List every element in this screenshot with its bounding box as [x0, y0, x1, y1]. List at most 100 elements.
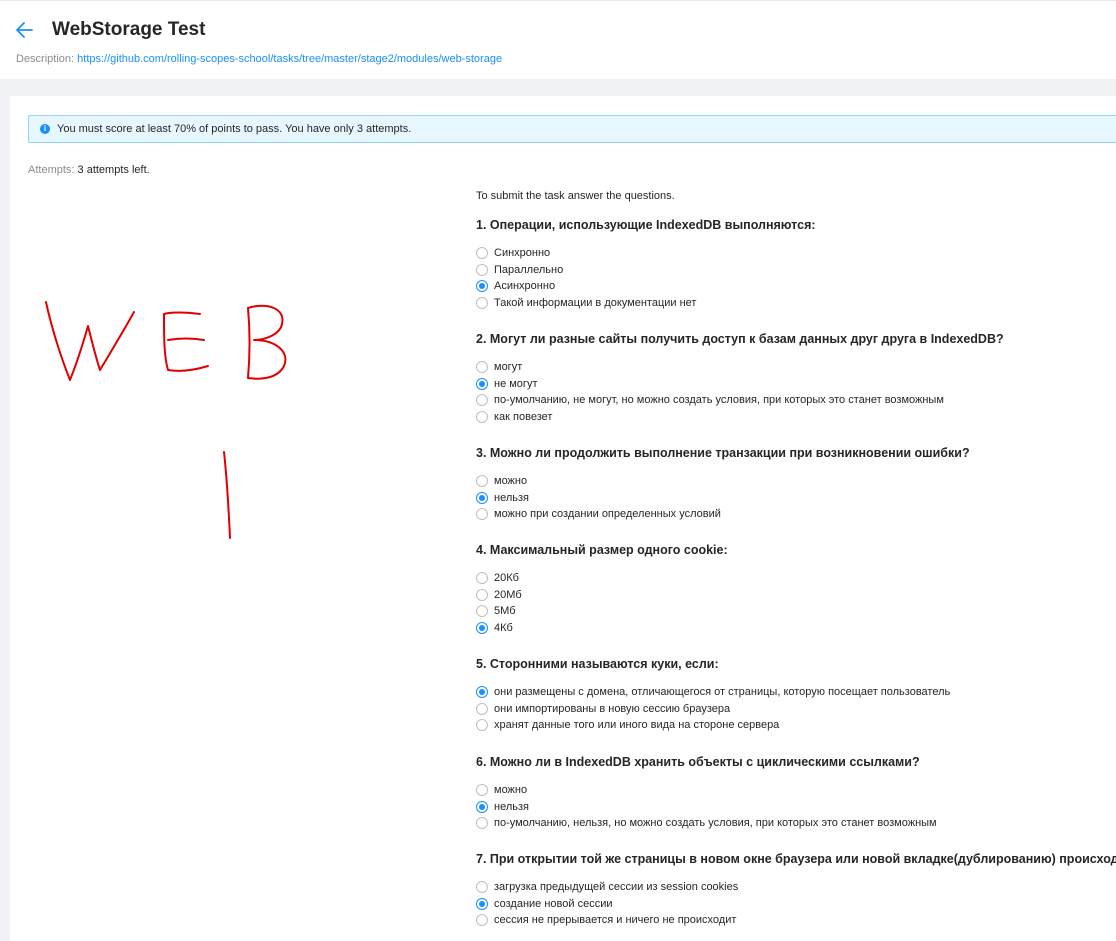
- question-title: 3. Можно ли продолжить выполнение транза…: [476, 446, 970, 460]
- option-label: могут: [494, 361, 523, 373]
- radio-button-selected[interactable]: [476, 800, 488, 813]
- option-label: по-умолчанию, нельзя, но можно создать у…: [494, 817, 937, 829]
- radio-button[interactable]: [476, 702, 488, 715]
- option-label: не могут: [494, 377, 538, 390]
- question-title: 7. При открытии той же страницы в новом …: [476, 852, 1116, 866]
- option-label: можно при создании определенных условий: [494, 508, 721, 520]
- option-label: 4Кб: [494, 621, 513, 634]
- description-row: Description: https://github.com/rolling-…: [16, 52, 502, 66]
- option-label: загрузка предыдущей сессии из session co…: [494, 881, 739, 893]
- answer-option[interactable]: могут: [476, 359, 1004, 376]
- answer-option[interactable]: создание новой сессии: [476, 896, 1116, 913]
- radio-button[interactable]: [476, 881, 488, 893]
- radio-button[interactable]: [476, 508, 488, 520]
- answer-option[interactable]: 20Мб: [476, 587, 728, 604]
- radio-button[interactable]: [476, 263, 488, 276]
- option-label: они размещены с домена, отличающегося от…: [494, 686, 951, 698]
- question-title: 2. Могут ли разные сайты получить доступ…: [476, 332, 1004, 346]
- option-label: хранят данные того или иного вида на сто…: [494, 719, 780, 731]
- radio-button[interactable]: [476, 410, 488, 423]
- radio-button[interactable]: [476, 247, 488, 259]
- quiz-intro: To submit the task answer the questions.: [476, 190, 675, 202]
- option-label: Синхронно: [494, 247, 551, 259]
- answer-option[interactable]: Такой информации в документации нет: [476, 295, 816, 312]
- option-label: 20Мб: [494, 588, 522, 601]
- option-label: 20Кб: [494, 572, 519, 584]
- question-5: 5. Сторонними называются куки, если: они…: [476, 656, 950, 734]
- page-header: WebStorage Test Description: https://git…: [0, 0, 1116, 79]
- answer-option[interactable]: 20Кб: [476, 570, 728, 587]
- option-label: как повезет: [494, 410, 553, 423]
- option-label: по-умолчанию, не могут, но можно создать…: [494, 394, 944, 406]
- info-alert: i You must score at least 70% of points …: [28, 115, 1116, 143]
- radio-button[interactable]: [476, 817, 488, 829]
- answer-option[interactable]: сессия не прерывается и ничего не происх…: [476, 912, 1116, 929]
- attempts-row: Attempts: 3 attempts left.: [28, 163, 150, 177]
- radio-button[interactable]: [476, 719, 488, 731]
- answer-option[interactable]: можно при создании определенных условий: [476, 506, 970, 523]
- option-label: можно: [494, 475, 528, 487]
- radio-button[interactable]: [476, 572, 488, 584]
- drawn-digit-1: [223, 451, 231, 539]
- radio-button-selected[interactable]: [476, 280, 488, 292]
- option-label: можно: [494, 784, 528, 796]
- answer-option[interactable]: они размещены с домена, отличающегося от…: [476, 684, 950, 701]
- radio-button-selected[interactable]: [476, 491, 488, 504]
- answer-option[interactable]: нельзя: [476, 799, 920, 816]
- answer-option[interactable]: Параллельно: [476, 262, 816, 279]
- option-label: нельзя: [494, 800, 529, 813]
- drawn-letter-e: [163, 311, 209, 372]
- answer-option[interactable]: 5Мб: [476, 603, 728, 620]
- attempts-label: Attempts:: [28, 164, 75, 176]
- answer-option[interactable]: по-умолчанию, не могут, но можно создать…: [476, 392, 1004, 409]
- question-2: 2. Могут ли разные сайты получить доступ…: [476, 331, 1004, 425]
- page-title: WebStorage Test: [52, 19, 206, 40]
- answer-option[interactable]: хранят данные того или иного вида на сто…: [476, 717, 779, 734]
- answer-option[interactable]: они импортированы в новую сессию браузер…: [476, 701, 730, 718]
- question-6: 6. Можно ли в IndexedDB хранить объекты …: [476, 754, 937, 832]
- radio-button[interactable]: [476, 784, 488, 796]
- drawn-letter-w: [45, 301, 135, 381]
- radio-button[interactable]: [476, 914, 488, 926]
- answer-option[interactable]: загрузка предыдущей сессии из session co…: [476, 879, 1116, 896]
- option-label: создание новой сессии: [494, 897, 613, 910]
- radio-button-selected[interactable]: [476, 377, 488, 390]
- handwritten-drawing: [45, 301, 287, 539]
- back-arrow-icon[interactable]: [14, 19, 36, 41]
- answer-option[interactable]: можно: [476, 782, 920, 799]
- alert-text: You must score at least 70% of points to…: [57, 123, 412, 135]
- question-7: 7. При открытии той же страницы в новом …: [476, 851, 1116, 929]
- info-icon: i: [40, 124, 50, 134]
- answer-option[interactable]: Асинхронно: [476, 278, 816, 295]
- option-label: Параллельно: [494, 263, 564, 276]
- question-title: 5. Сторонними называются куки, если:: [476, 657, 719, 671]
- answer-option[interactable]: нельзя: [476, 490, 970, 507]
- question-title: 1. Операции, использующие IndexedDB выпо…: [476, 218, 816, 232]
- radio-button[interactable]: [476, 394, 488, 406]
- radio-button[interactable]: [476, 588, 488, 601]
- question-title: 6. Можно ли в IndexedDB хранить объекты …: [476, 755, 920, 769]
- option-label: Такой информации в документации нет: [494, 296, 697, 309]
- question-3: 3. Можно ли продолжить выполнение транза…: [476, 445, 970, 523]
- answer-option[interactable]: можно: [476, 473, 970, 490]
- option-label: 5Мб: [494, 605, 516, 617]
- radio-button[interactable]: [476, 605, 488, 617]
- question-4: 4. Максимальный размер одного cookie: 20…: [476, 542, 728, 636]
- answer-option[interactable]: по-умолчанию, нельзя, но можно создать у…: [476, 815, 937, 832]
- answer-option[interactable]: не могут: [476, 376, 1004, 393]
- question-1: 1. Операции, использующие IndexedDB выпо…: [476, 217, 816, 311]
- radio-button-selected[interactable]: [476, 686, 488, 698]
- description-label: Description:: [16, 53, 75, 65]
- radio-button[interactable]: [476, 361, 488, 373]
- description-link[interactable]: https://github.com/rolling-scopes-school…: [77, 53, 502, 65]
- radio-button-selected[interactable]: [476, 621, 488, 634]
- drawn-letter-b: [247, 304, 287, 380]
- radio-button[interactable]: [476, 475, 488, 487]
- answer-option[interactable]: Синхронно: [476, 245, 816, 262]
- answer-option[interactable]: как повезет: [476, 409, 1004, 426]
- radio-button[interactable]: [476, 296, 488, 309]
- radio-button-selected[interactable]: [476, 897, 488, 910]
- answer-option[interactable]: 4Кб: [476, 620, 728, 637]
- attempts-value: 3 attempts left.: [77, 164, 150, 176]
- option-label: они импортированы в новую сессию браузер…: [494, 702, 731, 715]
